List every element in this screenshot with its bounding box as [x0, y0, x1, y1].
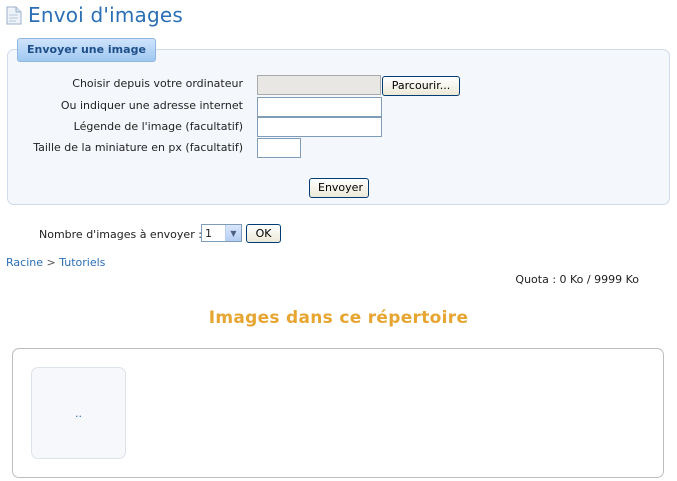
- caption-label: Légende de l'image (facultatif): [73, 120, 243, 133]
- image-count-label: Nombre d'images à envoyer :: [39, 228, 202, 241]
- quota-text: Quota : 0 Ko / 9999 Ko: [515, 273, 639, 286]
- file-label: Choisir depuis votre ordinateur: [72, 77, 243, 90]
- url-label: Ou indiquer une adresse internet: [60, 99, 243, 112]
- submit-button[interactable]: Envoyer: [309, 178, 369, 198]
- upload-legend: Envoyer une image: [17, 38, 156, 62]
- page-title: Envoi d'images: [28, 3, 184, 27]
- caption-input[interactable]: [257, 117, 382, 137]
- parent-directory-card[interactable]: ..: [31, 367, 126, 459]
- gallery-title: Images dans ce répertoire: [208, 308, 469, 328]
- ok-button[interactable]: OK: [246, 224, 281, 243]
- url-input[interactable]: [257, 97, 382, 117]
- chevron-down-icon[interactable]: ▼: [225, 225, 241, 241]
- image-count-value: 1: [205, 226, 212, 240]
- document-icon: [6, 6, 22, 24]
- thumb-size-input[interactable]: [257, 138, 301, 158]
- breadcrumb: Racine > Tutoriels: [6, 256, 105, 269]
- page-header: Envoi d'images: [6, 2, 183, 28]
- image-count-select[interactable]: 1 ▼: [201, 224, 242, 242]
- thumb-size-label: Taille de la miniature en px (facultatif…: [33, 141, 243, 154]
- breadcrumb-current-link[interactable]: Tutoriels: [59, 256, 105, 269]
- breadcrumb-separator: >: [46, 256, 56, 269]
- file-path-field[interactable]: [257, 75, 381, 95]
- breadcrumb-root-link[interactable]: Racine: [6, 256, 43, 269]
- browse-button[interactable]: Parcourir...: [382, 76, 460, 96]
- parent-directory-label[interactable]: ..: [75, 407, 82, 420]
